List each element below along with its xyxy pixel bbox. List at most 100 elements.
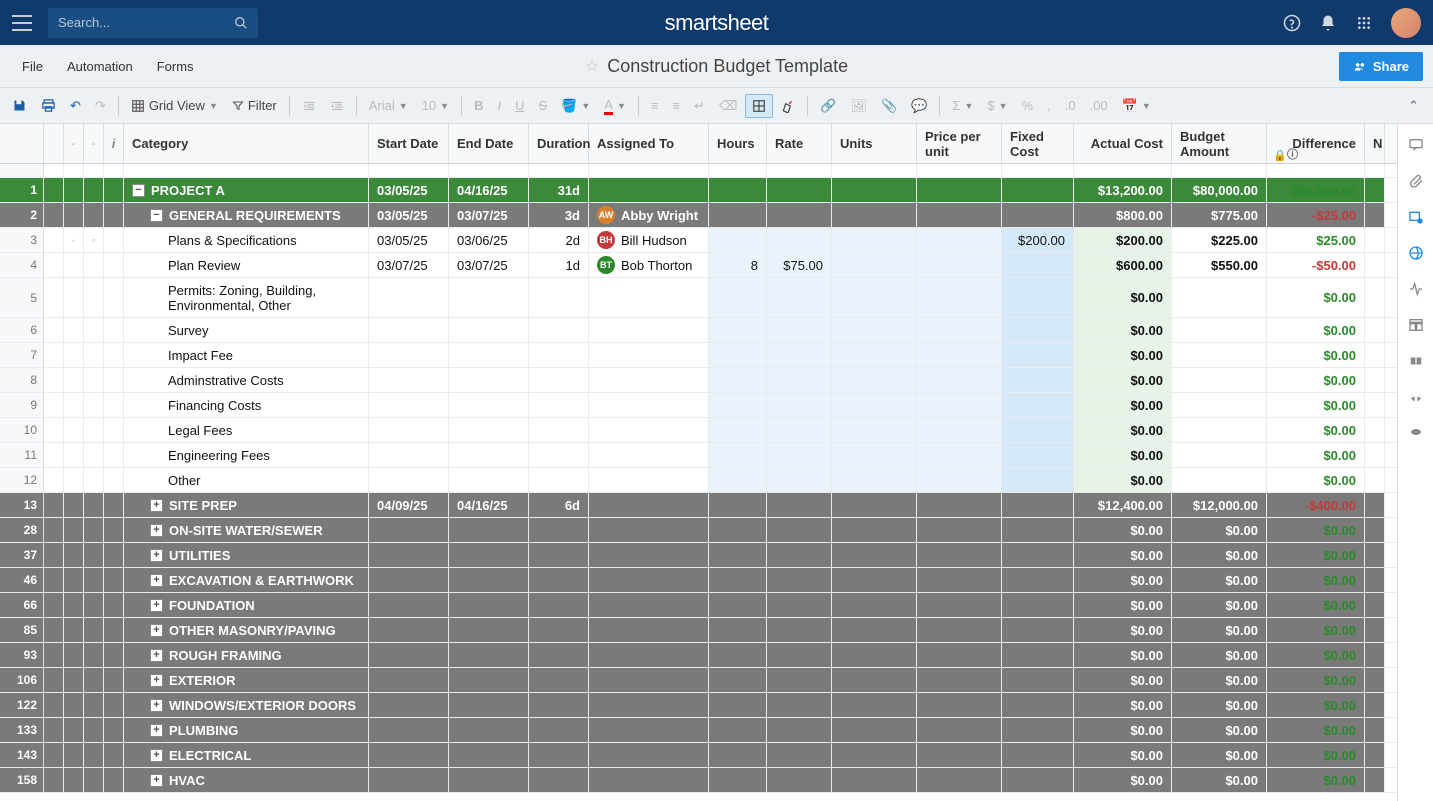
table-row[interactable]: 1−PROJECT A03/05/2504/16/2531d$13,200.00…: [0, 178, 1397, 203]
table-row[interactable]: 143+ELECTRICAL$0.00$0.00$0.00: [0, 743, 1397, 768]
underline-icon[interactable]: U: [509, 94, 530, 117]
italic-icon[interactable]: I: [491, 94, 507, 117]
col-category[interactable]: Category: [124, 124, 369, 163]
col-duration[interactable]: Duration: [529, 124, 589, 163]
table-row[interactable]: 122+WINDOWS/EXTERIOR DOORS$0.00$0.00$0.0…: [0, 693, 1397, 718]
user-avatar[interactable]: [1391, 8, 1421, 38]
bold-icon[interactable]: B: [468, 94, 489, 117]
save-icon[interactable]: [6, 94, 33, 117]
expand-icon[interactable]: +: [150, 599, 163, 612]
date-format-icon[interactable]: 📅▼: [1116, 94, 1157, 118]
table-row[interactable]: 11Engineering Fees$0.00$0.00: [0, 443, 1397, 468]
font-selector[interactable]: Arial ▼: [363, 94, 414, 117]
expand-icon[interactable]: +: [150, 499, 163, 512]
text-color-icon[interactable]: A▼: [598, 93, 632, 119]
col-end-date[interactable]: End Date: [449, 124, 529, 163]
proof-rail-icon[interactable]: [1407, 208, 1425, 226]
col-budget[interactable]: Budget Amount: [1172, 124, 1267, 163]
spreadsheet-grid[interactable]: i Category Start Date End Date Duration …: [0, 124, 1397, 801]
col-actual[interactable]: Actual Cost: [1074, 124, 1172, 163]
expand-icon[interactable]: +: [150, 774, 163, 787]
apps-icon[interactable]: [1355, 14, 1373, 32]
search-icon[interactable]: [234, 14, 248, 32]
menu-automation[interactable]: Automation: [55, 59, 145, 74]
search-input[interactable]: [58, 15, 234, 30]
strikethrough-icon[interactable]: S: [532, 94, 553, 117]
expand-icon[interactable]: +: [150, 674, 163, 687]
thousands-icon[interactable]: ,: [1041, 94, 1057, 117]
fill-color-icon[interactable]: 🪣▼: [555, 94, 596, 118]
attachment-header[interactable]: [64, 124, 84, 163]
currency-icon[interactable]: $▼: [981, 94, 1013, 117]
undo-icon[interactable]: ↶: [64, 94, 87, 118]
align-left-icon[interactable]: ≡: [645, 94, 665, 117]
col-fixed[interactable]: Fixed Cost: [1002, 124, 1074, 163]
expand-icon[interactable]: +: [150, 649, 163, 662]
table-row[interactable]: 6Survey$0.00$0.00: [0, 318, 1397, 343]
col-difference[interactable]: Difference🔒ⓘ: [1267, 124, 1365, 163]
share-button[interactable]: Share: [1339, 52, 1423, 81]
expand-icon[interactable]: −: [150, 209, 163, 222]
table-row[interactable]: 46+EXCAVATION & EARTHWORK$0.00$0.00$0.00: [0, 568, 1397, 593]
increase-decimal-icon[interactable]: .00: [1084, 94, 1114, 117]
image-icon[interactable]: 🖼: [845, 94, 874, 118]
activity-rail-icon[interactable]: [1407, 280, 1425, 298]
conversations-icon[interactable]: [1407, 136, 1425, 154]
expand-icon[interactable]: +: [150, 524, 163, 537]
table-row[interactable]: 93+ROUGH FRAMING$0.00$0.00$0.00: [0, 643, 1397, 668]
table-row[interactable]: 85+OTHER MASONRY/PAVING$0.00$0.00$0.00: [0, 618, 1397, 643]
table-row[interactable]: 7Impact Fee$0.00$0.00: [0, 343, 1397, 368]
col-assigned[interactable]: Assigned To: [589, 124, 709, 163]
expand-icon[interactable]: +: [150, 624, 163, 637]
expand-header[interactable]: [44, 124, 64, 163]
table-row[interactable]: 5Permits: Zoning, Building, Environmenta…: [0, 278, 1397, 318]
info-header[interactable]: i: [104, 124, 124, 163]
indent-icon[interactable]: [324, 95, 350, 117]
table-row[interactable]: 12Other$0.00$0.00: [0, 468, 1397, 493]
link-icon[interactable]: 🔗: [814, 94, 842, 118]
menu-forms[interactable]: Forms: [145, 59, 206, 74]
col-hours[interactable]: Hours: [709, 124, 767, 163]
expand-icon[interactable]: +: [150, 699, 163, 712]
clear-format-icon[interactable]: ⌫: [713, 94, 743, 118]
menu-file[interactable]: File: [10, 59, 55, 74]
table-row[interactable]: 28+ON-SITE WATER/SEWER$0.00$0.00$0.00: [0, 518, 1397, 543]
table-row[interactable]: 9Financing Costs$0.00$0.00: [0, 393, 1397, 418]
col-notes[interactable]: N: [1365, 124, 1385, 163]
row-number-header[interactable]: [0, 124, 44, 163]
table-row[interactable]: 3Plans & Specifications03/05/2503/06/252…: [0, 228, 1397, 253]
publish-rail-icon[interactable]: [1407, 244, 1425, 262]
resource-rail-icon[interactable]: [1407, 388, 1425, 406]
decrease-decimal-icon[interactable]: .0: [1059, 94, 1082, 117]
wrap-text-icon[interactable]: ↵: [688, 94, 711, 118]
table-row[interactable]: 13+SITE PREP04/09/2504/16/256d$12,400.00…: [0, 493, 1397, 518]
grid-view-button[interactable]: Grid View▼: [125, 94, 224, 117]
format-painter-icon[interactable]: [775, 95, 801, 117]
attachments-rail-icon[interactable]: [1407, 172, 1425, 190]
help-icon[interactable]: [1283, 14, 1301, 32]
align-vertical-icon[interactable]: ≡: [666, 94, 686, 117]
print-icon[interactable]: [35, 94, 62, 117]
table-row[interactable]: 8Adminstrative Costs$0.00$0.00: [0, 368, 1397, 393]
redo-icon[interactable]: ↷: [89, 94, 112, 118]
font-size-selector[interactable]: 10 ▼: [416, 94, 455, 117]
table-row[interactable]: 4Plan Review03/07/2503/07/251dBTBob Thor…: [0, 253, 1397, 278]
table-row[interactable]: 10Legal Fees$0.00$0.00: [0, 418, 1397, 443]
hamburger-menu-icon[interactable]: [12, 15, 32, 31]
table-row[interactable]: 2−GENERAL REQUIREMENTS03/05/2503/07/253d…: [0, 203, 1397, 228]
comment-icon[interactable]: 💬: [905, 94, 933, 118]
favorite-star-icon[interactable]: ☆: [585, 56, 599, 76]
expand-icon[interactable]: +: [150, 549, 163, 562]
search-box[interactable]: [48, 8, 258, 38]
table-row[interactable]: 158+HVAC$0.00$0.00$0.00: [0, 768, 1397, 793]
expand-icon[interactable]: +: [150, 574, 163, 587]
conditional-format-icon[interactable]: [745, 94, 773, 118]
attachment-icon[interactable]: 📎: [875, 94, 903, 118]
col-price[interactable]: Price per unit: [917, 124, 1002, 163]
table-row[interactable]: 66+FOUNDATION$0.00$0.00$0.00: [0, 593, 1397, 618]
summary-rail-icon[interactable]: [1407, 316, 1425, 334]
collapse-toolbar-icon[interactable]: ⌃: [1400, 94, 1427, 118]
filter-button[interactable]: Filter: [226, 94, 283, 117]
percent-icon[interactable]: %: [1016, 94, 1040, 117]
col-start-date[interactable]: Start Date: [369, 124, 449, 163]
